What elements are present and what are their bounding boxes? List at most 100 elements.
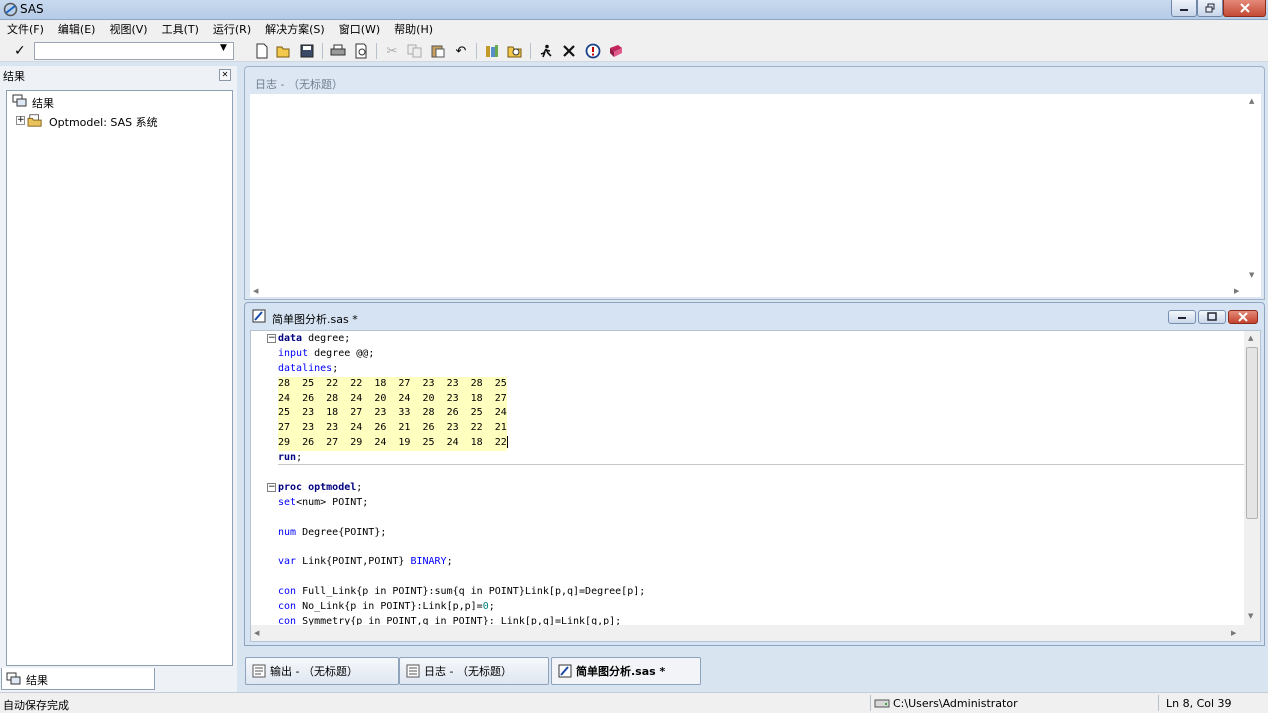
code-line[interactable]: 28 25 22 22 18 27 23 23 28 25 — [278, 376, 1241, 392]
code-line[interactable]: datalines; — [278, 362, 1241, 377]
command-box[interactable] — [34, 42, 234, 60]
check-icon[interactable]: ✓ — [14, 43, 26, 59]
code-line[interactable] — [278, 570, 1241, 585]
scrollbar-thumb[interactable] — [1246, 347, 1258, 519]
code-line[interactable] — [278, 511, 1241, 526]
code-token: input — [278, 347, 309, 359]
chevron-down-icon[interactable]: ▼ — [220, 43, 232, 55]
log-content-area[interactable]: ▲ ▼ ◀ ▶ — [250, 94, 1261, 297]
horizontal-scrollbar[interactable]: ◀ ▶ — [251, 625, 1260, 641]
code-token: Full_Link{p in POINT}:sum{q in POINT}Lin… — [296, 586, 646, 598]
help-icon[interactable] — [607, 42, 625, 60]
code-line[interactable]: input degree @@; — [278, 347, 1241, 362]
new-icon[interactable] — [253, 42, 271, 60]
submit-icon[interactable] — [537, 42, 555, 60]
code-token: proc optmodel — [278, 481, 357, 493]
scroll-left-icon[interactable]: ◀ — [253, 287, 258, 295]
code-token: ; — [488, 601, 495, 613]
code-editor[interactable]: − − data degree; input degree @@; dataline… — [250, 330, 1261, 642]
code-line[interactable] — [278, 540, 1241, 555]
menu-bar: 文件(F) 编辑(E) 视图(V) 工具(T) 运行(R) 解决方案(S) 窗口… — [0, 20, 1268, 40]
editor-window-icon — [558, 664, 572, 678]
code-line[interactable]: 25 23 18 27 23 33 28 26 25 24 — [278, 406, 1241, 422]
status-message: 自动保存完成 — [3, 699, 69, 712]
break-icon[interactable] — [584, 42, 602, 60]
toolbar-separator — [376, 43, 377, 59]
code-line[interactable]: 24 26 28 24 20 24 20 23 18 27 — [278, 391, 1241, 407]
scroll-up-icon[interactable]: ▲ — [1248, 334, 1253, 342]
undo-icon[interactable]: ↶ — [452, 42, 470, 60]
minimize-button[interactable] — [1171, 0, 1197, 17]
tab-output[interactable]: 输出 - （无标题） — [245, 657, 399, 685]
close-button[interactable] — [1223, 0, 1266, 17]
fold-collapse-icon[interactable]: − — [267, 334, 276, 343]
fold-collapse-icon[interactable]: − — [267, 483, 276, 492]
tree-item-optmodel[interactable]: Optmodel: SAS 系统 — [49, 114, 158, 130]
menu-help[interactable]: 帮助(H) — [387, 20, 440, 40]
results-tab-icon — [6, 672, 21, 685]
print-icon[interactable] — [329, 42, 347, 60]
code-line[interactable]: data degree; — [278, 332, 1241, 347]
code-line[interactable]: var Link{POINT,POINT} BINARY; — [278, 555, 1241, 570]
code-token: ; — [356, 481, 363, 493]
menu-solutions[interactable]: 解决方案(S) — [258, 20, 332, 40]
close-icon — [1238, 312, 1248, 322]
save-icon[interactable] — [298, 42, 316, 60]
scroll-right-icon[interactable]: ▶ — [1231, 629, 1236, 637]
tree-root-label[interactable]: 结果 — [32, 95, 54, 111]
tab-editor-label: 简单图分析.sas * — [576, 665, 666, 678]
code-line[interactable]: proc optmodel; — [278, 481, 1241, 496]
status-separator — [870, 695, 871, 711]
menu-edit[interactable]: 编辑(E) — [51, 20, 103, 40]
code-line[interactable]: run; — [278, 451, 1241, 466]
tab-editor[interactable]: 简单图分析.sas * — [551, 657, 701, 685]
editor-gutter: − − — [251, 331, 277, 625]
menu-run[interactable]: 运行(R) — [206, 20, 258, 40]
code-token: 28 25 22 22 18 27 23 23 28 25 — [278, 376, 507, 392]
code-line[interactable]: con Full_Link{p in POINT}:sum{q in POINT… — [278, 585, 1241, 600]
paste-icon[interactable] — [429, 42, 447, 60]
restore-button[interactable] — [1197, 0, 1223, 17]
menu-tools[interactable]: 工具(T) — [155, 20, 206, 40]
code-line[interactable]: con No_Link{p in POINT}:Link[p,p]=0; — [278, 600, 1241, 615]
editor-restore-button[interactable] — [1198, 310, 1226, 324]
code-line[interactable]: set<num> POINT; — [278, 496, 1241, 511]
results-tab[interactable]: 结果 — [1, 668, 155, 690]
results-panel-title: 结果 — [3, 70, 25, 83]
menu-file[interactable]: 文件(F) — [0, 20, 51, 40]
copy-icon[interactable] — [406, 42, 424, 60]
menu-window[interactable]: 窗口(W) — [332, 20, 387, 40]
window-title: SAS — [20, 2, 44, 16]
clear-icon[interactable] — [560, 42, 578, 60]
code-token: set — [278, 496, 297, 508]
current-directory[interactable]: C:\Users\Administrator — [893, 697, 1018, 710]
code-token: Link{POINT,POINT} — [296, 556, 411, 568]
code-line[interactable]: 27 23 23 24 26 21 26 23 22 21 — [278, 421, 1241, 437]
tree-expand-icon[interactable]: + — [16, 116, 25, 125]
new-library-icon[interactable] — [483, 42, 501, 60]
code-line[interactable]: 29 26 27 29 24 19 25 24 18 22 — [278, 436, 1241, 452]
cut-icon[interactable]: ✂ — [383, 42, 401, 60]
code-token: con — [278, 601, 297, 613]
vertical-scrollbar[interactable]: ▲ ▼ — [1244, 331, 1260, 625]
log-window-title: 日志 - （无标题） — [255, 78, 343, 91]
scroll-down-icon[interactable]: ▼ — [1248, 612, 1253, 620]
code-token: BINARY — [410, 556, 447, 568]
editor-minimize-button[interactable] — [1168, 310, 1196, 324]
scroll-right-icon[interactable]: ▶ — [1234, 287, 1239, 295]
scroll-down-icon[interactable]: ▼ — [1249, 271, 1254, 279]
scroll-left-icon[interactable]: ◀ — [254, 629, 259, 637]
editor-close-button[interactable] — [1228, 310, 1258, 324]
code-token: 24 26 28 24 20 24 20 23 18 27 — [278, 391, 507, 407]
tab-log[interactable]: 日志 - （无标题） — [399, 657, 549, 685]
output-folder-icon — [27, 114, 42, 127]
close-icon[interactable]: ✕ — [219, 69, 231, 81]
menu-view[interactable]: 视图(V) — [102, 20, 154, 40]
code-line[interactable]: num Degree{POINT}; — [278, 526, 1241, 541]
explorer-icon[interactable] — [506, 42, 524, 60]
print-preview-icon[interactable] — [352, 42, 370, 60]
code-text[interactable]: data degree; input degree @@; datalines; 28… — [278, 332, 1241, 630]
code-line[interactable] — [278, 466, 1241, 481]
open-icon[interactable] — [275, 42, 293, 60]
scroll-up-icon[interactable]: ▲ — [1249, 97, 1254, 105]
